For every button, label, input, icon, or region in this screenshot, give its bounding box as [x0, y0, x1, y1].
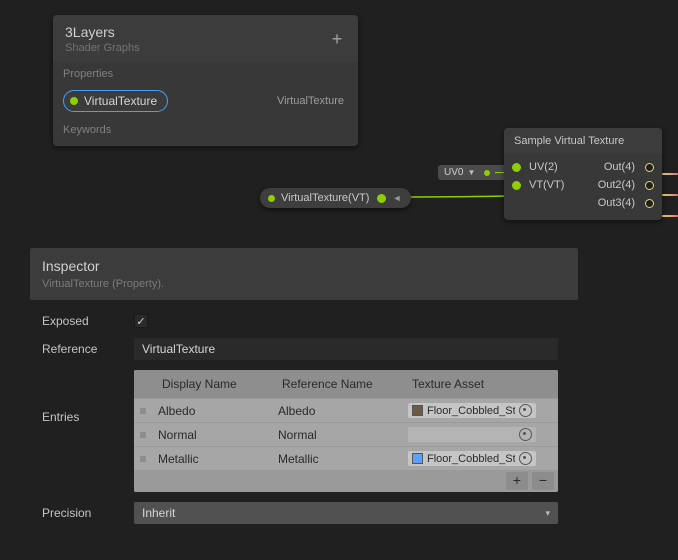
inspector-header: Inspector VirtualTexture (Property).: [30, 248, 578, 300]
entries-footer: + −: [134, 470, 558, 492]
uv-channel-dropdown[interactable]: UV0 ▼: [438, 165, 512, 180]
output-port-out2[interactable]: [645, 181, 654, 190]
col-reference-name: Reference Name: [276, 374, 406, 394]
texture-asset-label: Floor_Cobbled_Sto: [427, 453, 515, 465]
blackboard-panel: 3Layers Shader Graphs + Properties Virtu…: [53, 15, 358, 146]
object-picker-icon[interactable]: [519, 452, 532, 465]
entries-add-button[interactable]: +: [506, 472, 528, 490]
node-label: VirtualTexture(VT): [281, 192, 369, 204]
field-reference: Reference: [42, 338, 566, 360]
graph-node-virtualtexture[interactable]: VirtualTexture(VT) ◄: [260, 188, 411, 208]
texture-asset-field[interactable]: Floor_Cobbled_Sto: [408, 403, 536, 418]
node-title: Sample Virtual Texture: [504, 128, 662, 154]
property-pill-label: VirtualTexture: [84, 94, 157, 108]
node-type-dot: [268, 195, 275, 202]
table-row[interactable]: ≡ Albedo Albedo Floor_Cobbled_Sto: [134, 398, 558, 422]
precision-dropdown[interactable]: Inherit ▾: [134, 502, 558, 524]
node-output-port[interactable]: [377, 194, 386, 203]
object-picker-icon[interactable]: [519, 428, 532, 441]
precision-value: Inherit: [142, 506, 175, 520]
graph-node-sample-virtual-texture[interactable]: Sample Virtual Texture UV(2) Out(4) VT(V…: [504, 128, 662, 220]
texture-swatch: [412, 405, 423, 416]
reference-label: Reference: [42, 342, 134, 356]
output-label-out: Out(4): [604, 161, 635, 173]
blackboard-section-properties: Properties: [53, 62, 358, 86]
texture-asset-field[interactable]: Floor_Cobbled_Sto: [408, 451, 536, 466]
entries-header-row: Display Name Reference Name Texture Asse…: [134, 370, 558, 398]
table-row[interactable]: ≡ Normal Normal: [134, 422, 558, 446]
exposed-checkbox[interactable]: ✓: [134, 314, 148, 328]
cell-reference: Normal: [272, 425, 402, 445]
cell-reference: Albedo: [272, 401, 402, 421]
output-label-out2: Out2(4): [598, 179, 635, 191]
row-grip-icon[interactable]: ≡: [134, 404, 152, 418]
exposed-label: Exposed: [42, 314, 134, 328]
row-grip-icon[interactable]: ≡: [134, 428, 152, 442]
field-entries: Entries Display Name Reference Name Text…: [42, 370, 566, 492]
object-picker-icon[interactable]: [519, 404, 532, 417]
blackboard-subtitle: Shader Graphs: [65, 42, 346, 54]
property-pill[interactable]: VirtualTexture: [63, 90, 168, 112]
chevron-down-icon: ▼: [467, 168, 475, 177]
input-port-vt[interactable]: [512, 181, 521, 190]
uv-channel-label: UV0: [444, 167, 463, 178]
blackboard-section-keywords: Keywords: [53, 118, 358, 146]
inspector-panel: Inspector VirtualTexture (Property). Exp…: [30, 248, 578, 544]
input-port-uv[interactable]: [512, 163, 521, 172]
entries-label: Entries: [42, 370, 134, 424]
output-port-out3[interactable]: [645, 199, 654, 208]
field-exposed: Exposed ✓: [42, 314, 566, 328]
cell-display: Albedo: [152, 401, 272, 421]
blackboard-property-row[interactable]: VirtualTexture VirtualTexture: [53, 86, 358, 118]
entries-table: Display Name Reference Name Texture Asse…: [134, 370, 558, 492]
output-port-out[interactable]: [645, 163, 654, 172]
chevron-down-icon: ▾: [545, 508, 550, 519]
inspector-title: Inspector: [42, 258, 566, 274]
precision-label: Precision: [42, 506, 134, 520]
uv-port-dot: [484, 170, 490, 176]
inspector-subtitle: VirtualTexture (Property).: [42, 278, 566, 290]
cell-reference: Metallic: [272, 449, 402, 469]
input-label-vt: VT(VT): [529, 179, 564, 191]
output-label-out3: Out3(4): [598, 197, 635, 209]
row-grip-icon[interactable]: ≡: [134, 452, 152, 466]
texture-asset-field[interactable]: [408, 427, 536, 442]
blackboard-header: 3Layers Shader Graphs +: [53, 15, 358, 62]
entries-remove-button[interactable]: −: [532, 472, 554, 490]
blackboard-add-button[interactable]: +: [326, 29, 348, 51]
texture-swatch: [412, 453, 423, 464]
reference-input[interactable]: [134, 338, 558, 360]
texture-asset-label: Floor_Cobbled_Sto: [427, 405, 515, 417]
property-type-label: VirtualTexture: [277, 95, 344, 107]
input-label-uv: UV(2): [529, 161, 558, 173]
cell-display: Metallic: [152, 449, 272, 469]
col-texture-asset: Texture Asset: [406, 374, 558, 394]
blackboard-title: 3Layers: [65, 24, 346, 40]
node-collapse-icon[interactable]: ◄: [392, 193, 401, 203]
field-precision: Precision Inherit ▾: [42, 502, 566, 524]
property-type-dot: [70, 97, 78, 105]
col-display-name: Display Name: [156, 374, 276, 394]
cell-display: Normal: [152, 425, 272, 445]
table-row[interactable]: ≡ Metallic Metallic Floor_Cobbled_Sto: [134, 446, 558, 470]
